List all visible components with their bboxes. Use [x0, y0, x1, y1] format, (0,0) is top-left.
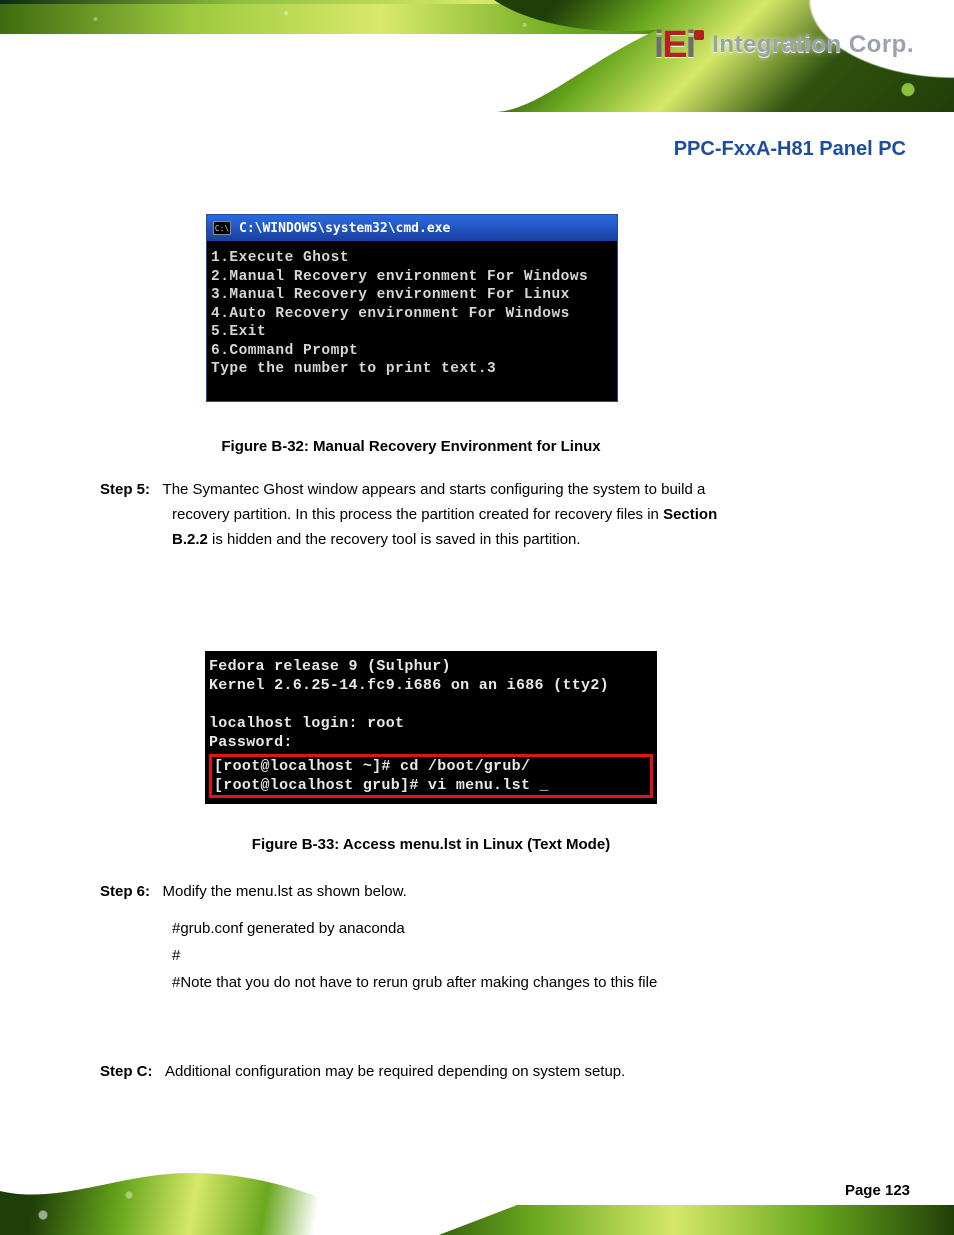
grub-line: #Note that you do not have to rerun grub…	[172, 969, 860, 996]
cmd-icon: C:\	[213, 221, 231, 235]
linux-line: [root@localhost grub]# vi menu.lst _	[214, 776, 648, 795]
step6-label: Step 6:	[100, 883, 150, 900]
linux-blank	[209, 695, 653, 714]
linux-line: localhost login: root	[209, 714, 653, 733]
cmd-body: 1.Execute Ghost2.Manual Recovery environ…	[207, 241, 617, 401]
header-banner: iEi Integration Corp.	[0, 0, 954, 112]
cmd-prompt: Type the number to print text.3	[211, 360, 613, 379]
product-title: PPC-FxxA-H81 Panel PC	[674, 138, 906, 161]
page-number: Page 123	[845, 1182, 910, 1199]
stepC-label: Step C:	[100, 1063, 153, 1080]
linux-terminal: Fedora release 9 (Sulphur) Kernel 2.6.25…	[205, 651, 657, 804]
step5-text1: The Symantec Ghost window appears and st…	[163, 481, 706, 498]
grub-conf-block: #grub.conf generated by anaconda # #Note…	[172, 915, 860, 996]
cmd-titlebar: C:\ C:\WINDOWS\system32\cmd.exe	[207, 215, 617, 241]
stepC-block: Step C: Additional configuration may be …	[100, 1060, 860, 1085]
step6-text1: Modify the menu.lst as shown below.	[163, 883, 407, 900]
cmd-menu-item: 4.Auto Recovery environment For Windows	[211, 305, 613, 324]
cmd-menu-item: 1.Execute Ghost	[211, 249, 613, 268]
step5-text3: is hidden and the recovery tool is saved…	[212, 531, 581, 548]
stepC-text1: Additional configuration may be required…	[165, 1063, 625, 1080]
logo-mark-icon: iEi	[654, 26, 704, 64]
cmd-menu-item: 6.Command Prompt	[211, 342, 613, 361]
figure-caption-1: Figure B-32: Manual Recovery Environment…	[205, 438, 617, 455]
step6-block: Step 6: Modify the menu.lst as shown bel…	[100, 880, 860, 996]
figure-caption-2: Figure B-33: Access menu.lst in Linux (T…	[205, 836, 657, 853]
step5-label: Step 5:	[100, 481, 150, 498]
footer-banner: Page 123	[0, 1135, 954, 1235]
linux-highlight-box: [root@localhost ~]# cd /boot/grub/ [root…	[209, 754, 653, 798]
footer-swoosh-right	[394, 1205, 954, 1235]
brand-logo: iEi Integration Corp.	[654, 26, 914, 64]
step5-block: Step 5: The Symantec Ghost window appear…	[100, 478, 860, 552]
linux-line: Password:	[209, 733, 653, 752]
cmd-title: C:\WINDOWS\system32\cmd.exe	[239, 221, 450, 236]
cmd-menu-item: 3.Manual Recovery environment For Linux	[211, 286, 613, 305]
linux-line: Fedora release 9 (Sulphur)	[209, 657, 653, 676]
step5-sectref: Section	[663, 506, 717, 523]
linux-line: [root@localhost ~]# cd /boot/grub/	[214, 757, 648, 776]
grub-line: #grub.conf generated by anaconda	[172, 915, 860, 942]
linux-line: Kernel 2.6.25-14.fc9.i686 on an i686 (tt…	[209, 676, 653, 695]
cmd-window: C:\ C:\WINDOWS\system32\cmd.exe 1.Execut…	[206, 214, 618, 402]
step5-text2: recovery partition. In this process the …	[172, 506, 663, 523]
grub-line: #	[172, 942, 860, 969]
cmd-menu-item: 2.Manual Recovery environment For Window…	[211, 268, 613, 287]
step5-sectnum: B.2.2	[172, 531, 208, 548]
footer-swoosh-left	[0, 1135, 430, 1235]
cmd-menu-item: 5.Exit	[211, 323, 613, 342]
logo-text: Integration Corp.	[712, 31, 914, 59]
